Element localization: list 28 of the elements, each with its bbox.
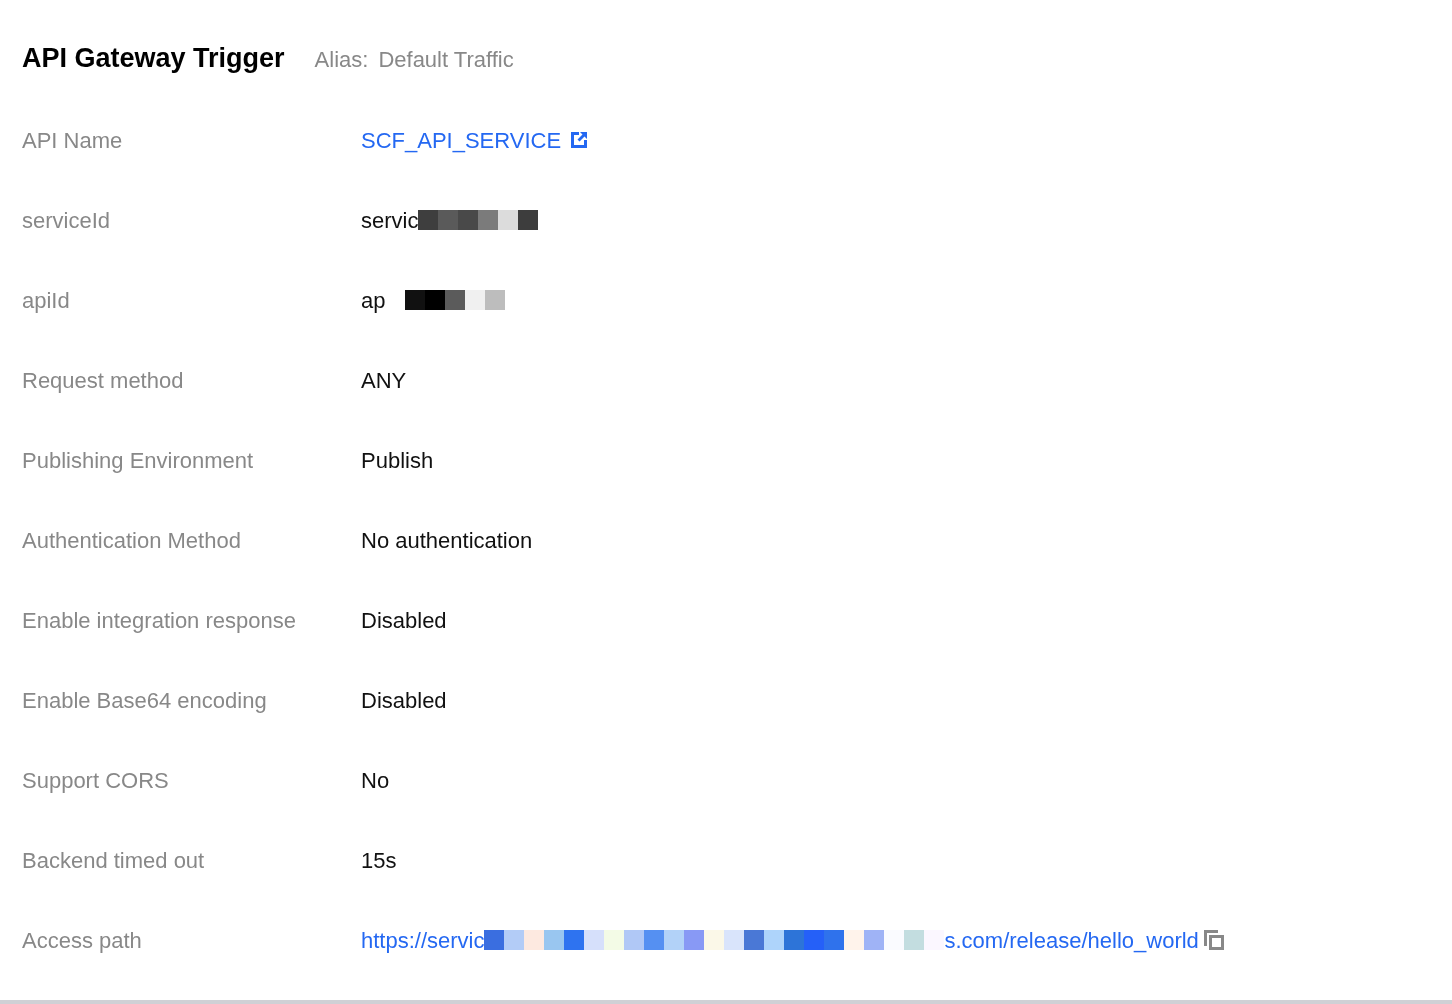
value-link[interactable]: SCF_API_SERVICE	[361, 123, 562, 157]
field-label: Enable Base64 encoding	[22, 686, 268, 715]
value-text: 15s	[361, 846, 397, 875]
field-label: Publishing Environment	[22, 446, 255, 475]
field-label: API Name	[22, 126, 124, 155]
field-label: Enable integration response	[22, 606, 297, 635]
value-text: No authentication	[361, 526, 533, 555]
alias-label: Alias:	[314, 46, 369, 74]
alias-value: Default Traffic	[378, 46, 514, 74]
field-label: apiId	[22, 286, 71, 315]
value-text: servic	[361, 206, 419, 235]
value-link[interactable]: https://servic	[361, 923, 485, 957]
value-text: Disabled	[361, 606, 447, 635]
copy-icon[interactable]	[1202, 929, 1225, 951]
value-text: ANY	[361, 366, 407, 395]
value-text: Disabled	[361, 686, 447, 715]
field-label: Access path	[22, 926, 143, 955]
field-label: Backend timed out	[22, 846, 206, 875]
field-label: serviceId	[22, 206, 112, 235]
value-text: Publish	[361, 446, 434, 475]
value-text: No	[361, 766, 390, 795]
field-label: Support CORS	[22, 766, 170, 795]
external-link-icon[interactable]	[569, 130, 590, 150]
field-label: Request method	[22, 366, 185, 395]
value-link[interactable]: s.com/release/hello_world	[944, 923, 1199, 957]
section-title: API Gateway Trigger	[22, 42, 285, 75]
field-label: Authentication Method	[22, 526, 242, 555]
value-text: ap	[361, 286, 386, 315]
